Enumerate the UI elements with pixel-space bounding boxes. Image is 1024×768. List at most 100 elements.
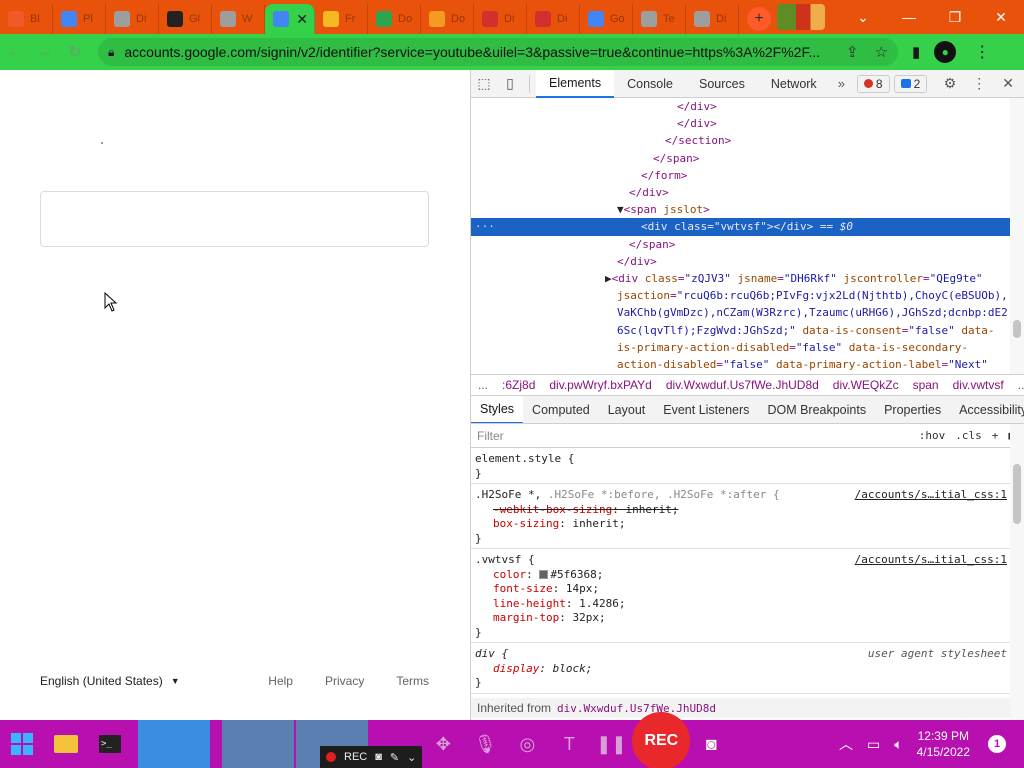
breadcrumb-item[interactable]: div.WEQkZc	[826, 378, 906, 392]
devtools-tab-network[interactable]: Network	[758, 70, 830, 98]
devtools-tab-elements[interactable]: Elements	[536, 69, 615, 98]
dom-node[interactable]: </form>	[471, 167, 1011, 184]
styles-subtab-properties[interactable]: Properties	[875, 396, 950, 423]
volume-icon[interactable]: 🔈︎	[894, 736, 902, 753]
css-source-link[interactable]: /accounts/s…itial_css:1	[855, 553, 1007, 568]
breadcrumb-item[interactable]: :6Zj8d	[495, 378, 542, 392]
hover-state-toggle[interactable]: :hov	[919, 429, 946, 442]
browser-tab[interactable]: Te	[633, 4, 686, 34]
dom-node[interactable]: </div>	[471, 184, 1011, 201]
css-rule[interactable]: .vwtvsf {/accounts/s…itial_css:1 color: #…	[471, 549, 1011, 643]
close-devtools-icon[interactable]: ✕	[1002, 75, 1014, 92]
side-panel-icon[interactable]: ▮	[912, 43, 920, 61]
email-input-box[interactable]	[40, 191, 429, 247]
breadcrumb-item[interactable]: div.pwWryf.bxPAYd	[542, 378, 658, 392]
dom-tree[interactable]: </div> </div> </section> </span> </form> </di…	[471, 98, 1011, 374]
maximize-button[interactable]: ❐	[932, 9, 978, 26]
new-rule-button[interactable]: +	[992, 429, 999, 442]
back-button[interactable]: ←	[0, 43, 30, 61]
devtools-menu-icon[interactable]: ⋮	[972, 75, 986, 92]
styles-filter-input[interactable]: Filter	[471, 429, 919, 443]
devtools-tab-console[interactable]: Console	[614, 70, 686, 98]
css-property[interactable]: color: #5f6368;	[475, 568, 1007, 583]
reload-button[interactable]: ↻	[60, 42, 90, 62]
dom-node[interactable]: 6Sc(lqvTlf);FzgWvd:JGhSzd;" data-is-cons…	[471, 322, 1011, 339]
scroll-thumb[interactable]	[1013, 464, 1021, 524]
share-icon[interactable]: ⇪	[846, 43, 859, 61]
css-property[interactable]: display: block;	[475, 662, 1007, 677]
clock[interactable]: 12:39 PM 4/15/2022	[917, 728, 970, 760]
css-property[interactable]: font-size: 14px;	[475, 582, 1007, 597]
styles-scrollbar[interactable]	[1010, 424, 1024, 720]
terms-link[interactable]: Terms	[396, 674, 429, 688]
pause-icon[interactable]: ❚❚	[590, 734, 632, 755]
browser-tab[interactable]: Di	[474, 4, 527, 34]
browser-tab[interactable]: Fr	[315, 4, 368, 34]
dom-tree-scrollbar[interactable]	[1010, 98, 1024, 374]
pen-icon[interactable]: ✎	[390, 751, 399, 764]
chevron-down-icon[interactable]: ⌄	[407, 751, 416, 764]
screenshot-camera-icon[interactable]: ◙	[690, 734, 732, 755]
browser-menu-icon[interactable]: ⋮	[974, 42, 990, 62]
color-swatch[interactable]	[539, 569, 549, 579]
styles-subtab-accessibility[interactable]: Accessibility	[950, 396, 1024, 423]
taskbar-app-window[interactable]	[138, 720, 210, 768]
dom-node[interactable]: </span>	[471, 236, 1011, 253]
terminal-button[interactable]: >_	[88, 720, 132, 768]
css-property[interactable]: -webkit-box-sizing: inherit;	[475, 503, 1007, 518]
recording-indicator[interactable]: REC ◙ ✎ ⌄	[320, 746, 423, 768]
microphone-icon[interactable]: 🎙︎	[464, 734, 506, 755]
styles-subtab-computed[interactable]: Computed	[523, 396, 599, 423]
dom-node[interactable]: is-primary-action-disabled="false" data-…	[471, 339, 1011, 356]
file-explorer-button[interactable]	[44, 720, 88, 768]
browser-tab[interactable]: Do	[368, 4, 421, 34]
scroll-thumb[interactable]	[1013, 320, 1021, 338]
close-window-button[interactable]: ✕	[978, 9, 1024, 26]
browser-tab[interactable]: Pl	[53, 4, 106, 34]
network-icon[interactable]: ▭	[867, 736, 880, 753]
browser-tab[interactable]: Di	[686, 4, 739, 34]
start-button[interactable]	[0, 720, 44, 768]
class-toggle[interactable]: .cls	[955, 429, 982, 442]
camera-icon[interactable]: ◙	[375, 751, 382, 763]
css-rule[interactable]: div {user agent stylesheet display: block…	[471, 643, 1011, 694]
css-rule[interactable]: element.style {}	[471, 448, 1011, 484]
lock-icon[interactable]: 🔒︎	[108, 45, 114, 60]
devtools-tab-sources[interactable]: Sources	[686, 70, 758, 98]
dom-node[interactable]: </div>	[471, 253, 1011, 270]
privacy-link[interactable]: Privacy	[325, 674, 364, 688]
browser-tab[interactable]: Go	[580, 4, 633, 34]
breadcrumb-item[interactable]: div.Wxwduf.Us7fWe.JhUD8d	[659, 378, 826, 392]
dom-node[interactable]: VaKChb(gVmDzc),nCZam(W3Rzrc),Tzaumc(uRHG…	[471, 304, 1011, 321]
styles-subtab-dom-breakpoints[interactable]: DOM Breakpoints	[758, 396, 875, 423]
inherited-node-link[interactable]: div.Wxwduf.Us7fWe.JhUD8d	[557, 702, 716, 715]
settings-gear-icon[interactable]: ⚙	[944, 75, 957, 92]
dom-node[interactable]: ▶<div class="zQJV3" jsname="DH6Rkf" jsco…	[471, 270, 1011, 287]
browser-tab[interactable]: Bl	[0, 4, 53, 34]
breadcrumb-item[interactable]: ...	[471, 378, 495, 392]
browser-tab[interactable]: Di	[106, 4, 159, 34]
close-tab-icon[interactable]: ✕	[296, 11, 308, 28]
url-text[interactable]: accounts.google.com/signin/v2/identifier…	[124, 44, 830, 60]
browser-tab[interactable]: Gl	[159, 4, 212, 34]
dom-node[interactable]: </section>	[471, 132, 1011, 149]
profile-avatar[interactable]: ●	[934, 41, 957, 63]
browser-tab-active[interactable]: ✕	[265, 4, 315, 34]
styles-subtab-styles[interactable]: Styles	[471, 396, 524, 423]
more-tabs-button[interactable]: »	[830, 76, 853, 91]
styles-subtab-layout[interactable]: Layout	[599, 396, 655, 423]
minimize-button[interactable]: —	[886, 9, 932, 25]
browser-tab[interactable]: Di	[527, 4, 580, 34]
css-property[interactable]: box-sizing: inherit;	[475, 517, 1007, 532]
breadcrumb-item[interactable]: ...	[1011, 378, 1024, 392]
dom-node[interactable]: </span>	[471, 150, 1011, 167]
record-button[interactable]: REC	[632, 712, 691, 768]
inspect-element-icon[interactable]: ⬚	[471, 75, 497, 92]
breadcrumb-item[interactable]: span	[906, 378, 946, 392]
language-selector[interactable]: English (United States) ▼	[40, 674, 180, 688]
address-bar[interactable]: 🔒︎ accounts.google.com/signin/v2/identif…	[98, 38, 898, 66]
css-rule[interactable]: .H2SoFe *, .H2SoFe *:before, .H2SoFe *:a…	[471, 484, 1011, 549]
new-tab-button[interactable]: +	[747, 7, 771, 31]
browser-tab[interactable]: Do	[421, 4, 474, 34]
dom-node[interactable]: </div>	[471, 115, 1011, 132]
